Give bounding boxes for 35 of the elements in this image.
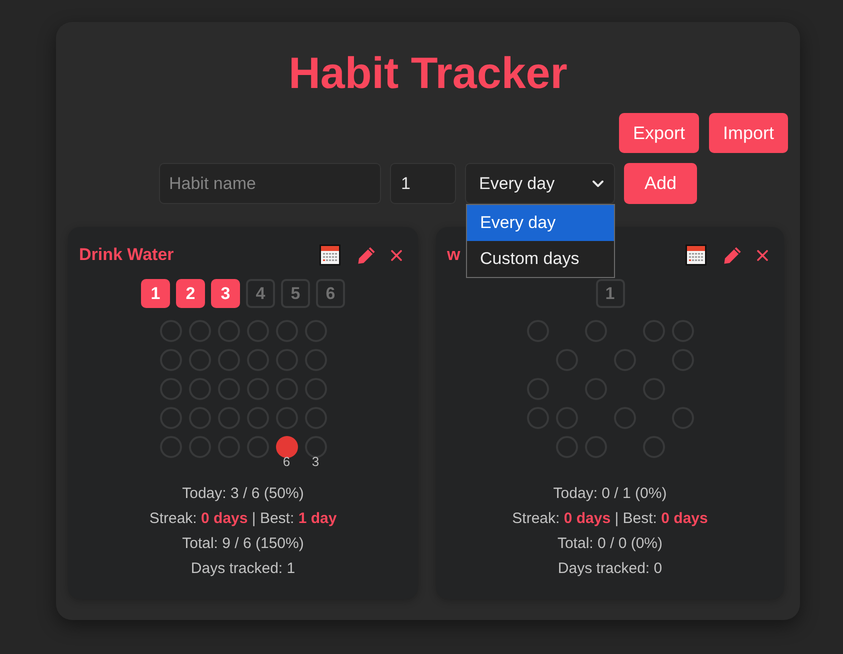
stat-line: Streak: 0 days | Best: 0 days [512, 509, 708, 529]
count-button[interactable]: 1 [141, 279, 170, 308]
stat-line: Total: 9 / 6 (150%) [182, 534, 304, 554]
pencil-icon[interactable] [357, 246, 376, 264]
app-title: Habit Tracker [288, 48, 568, 100]
target-count-field[interactable]: 1 [390, 163, 456, 204]
stat-line: Total: 0 / 0 (0%) [557, 534, 663, 554]
habit-name-field[interactable]: Habit name [159, 163, 381, 204]
pencil-icon[interactable] [723, 246, 742, 264]
stat-line: Streak: 0 days | Best: 1 day [149, 509, 337, 529]
habit-name: Drink Water [79, 244, 174, 266]
stat-line: Days tracked: 0 [558, 559, 662, 579]
close-icon[interactable] [391, 250, 402, 260]
stat-line: Today: 3 / 6 (50%) [182, 484, 304, 504]
add-button[interactable]: Add [624, 163, 697, 204]
close-icon[interactable] [757, 250, 768, 260]
day-count-label: 3 [312, 455, 320, 469]
habit-name: w [447, 244, 460, 266]
count-button[interactable]: 3 [211, 279, 240, 308]
chevron-down-icon [592, 180, 604, 188]
day-count-label: 6 [282, 455, 290, 469]
count-button[interactable]: 4 [246, 279, 275, 308]
count-button[interactable]: 2 [176, 279, 205, 308]
count-button[interactable]: 6 [316, 279, 345, 308]
dropdown-option[interactable]: Custom days [467, 241, 614, 277]
stat-line: Today: 0 / 1 (0%) [553, 484, 667, 504]
dropdown-option[interactable]: Every day [467, 205, 614, 241]
frequency-select[interactable]: Every day [465, 163, 615, 204]
stat-line: Days tracked: 1 [190, 559, 296, 579]
calendar-icon[interactable] [685, 244, 707, 266]
toolbar-button[interactable]: Export [618, 113, 699, 153]
toolbar-button[interactable]: Import [708, 113, 788, 153]
count-button[interactable]: 5 [281, 279, 310, 308]
calendar-icon[interactable] [319, 244, 341, 266]
count-button[interactable]: 1 [596, 279, 624, 308]
